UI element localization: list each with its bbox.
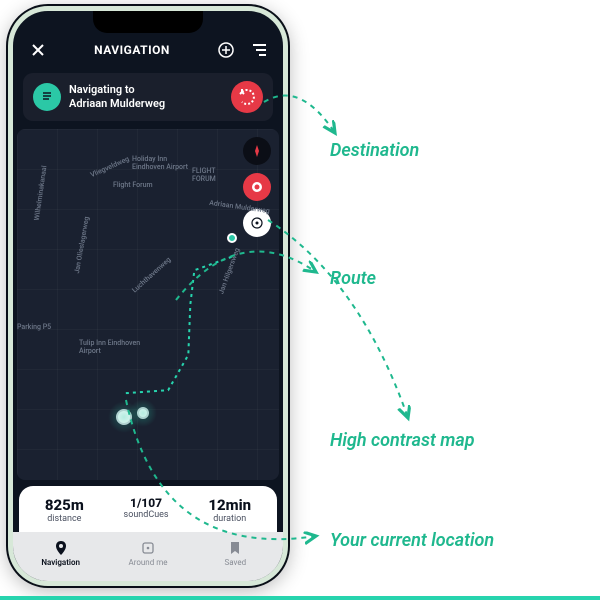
close-icon[interactable] xyxy=(27,39,49,61)
destination-name: Adriaan Mulderweg xyxy=(69,97,165,111)
destination-pin xyxy=(227,233,237,243)
waypoint-pin xyxy=(137,407,149,419)
stat-distance: 825m distance xyxy=(45,496,84,524)
route-path xyxy=(17,129,279,480)
stat-soundcues: 1/107 soundCues xyxy=(124,496,169,524)
destination-icon xyxy=(33,83,61,111)
annotation-location: Your current location xyxy=(330,530,494,551)
stat-duration: 12min duration xyxy=(208,496,251,524)
header-title: NAVIGATION xyxy=(94,43,170,57)
map-area[interactable]: Holiday InnEindhoven AirportFLIGHTFORUMV… xyxy=(17,129,279,480)
annotation-destination: Destination xyxy=(330,140,419,161)
stop-navigation-button[interactable] xyxy=(231,81,263,113)
add-location-icon[interactable] xyxy=(215,39,237,61)
bottom-nav: Navigation Around me Saved xyxy=(13,532,283,581)
destination-prefix: Navigating to xyxy=(69,83,165,97)
destination-banner: Navigating to Adriaan Mulderweg xyxy=(23,73,273,121)
footer-accent-line xyxy=(0,596,600,600)
tab-navigation[interactable]: Navigation xyxy=(17,540,104,567)
tab-around-me[interactable]: Around me xyxy=(104,540,191,567)
stats-bar: 825m distance 1/107 soundCues 12min dura… xyxy=(19,486,277,532)
annotation-contrast: High contrast map xyxy=(330,430,475,451)
tab-saved[interactable]: Saved xyxy=(192,540,279,567)
notch xyxy=(93,11,203,33)
menu-icon[interactable] xyxy=(247,39,269,61)
phone-frame: NAVIGATION Navigating to Adriaan Mulderw… xyxy=(8,6,288,586)
annotation-route: Route xyxy=(330,268,376,289)
